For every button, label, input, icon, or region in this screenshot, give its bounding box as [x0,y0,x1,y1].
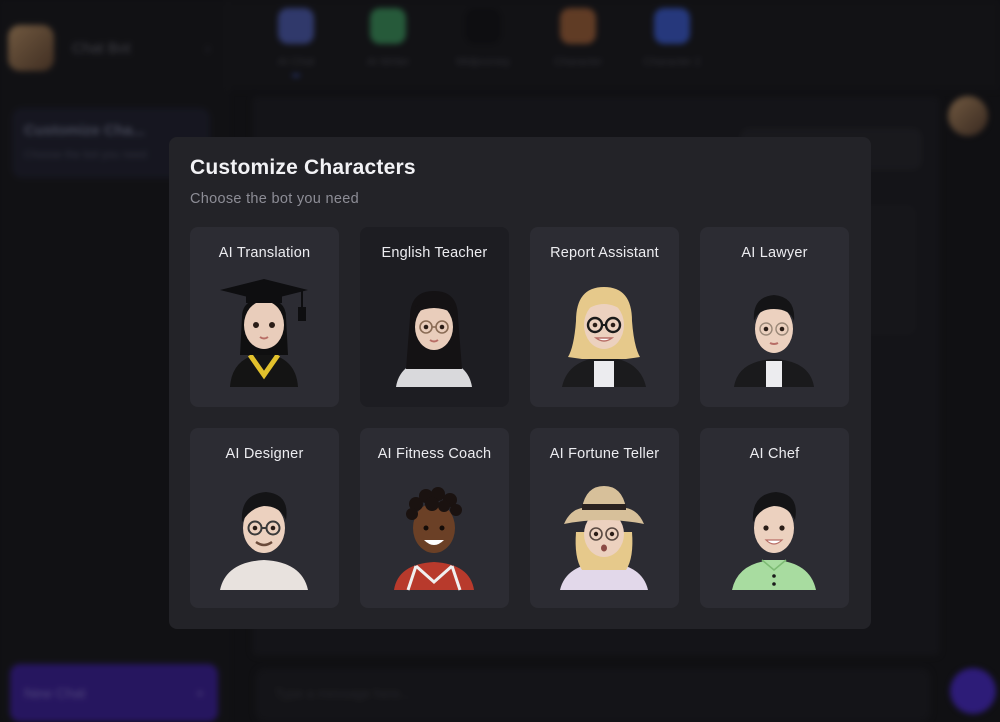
character-name: AI Fitness Coach [377,446,492,462]
character-name: English Teacher [381,245,488,261]
character-name: AI Fortune Teller [549,446,660,462]
blonde-glasses-avatar-icon [562,287,646,387]
character-card-ai-fitness-coach[interactable]: AI Fitness Coach [360,428,509,608]
designer-avatar-icon [220,492,308,590]
graduate-avatar-icon [220,279,308,387]
character-name: AI Chef [749,446,800,462]
lawyer-avatar-icon [734,295,814,387]
fitness-coach-avatar-icon [394,487,474,591]
character-name: AI Lawyer [741,245,808,261]
chef-avatar-icon [732,492,816,590]
character-card-ai-chef[interactable]: AI Chef [700,428,849,608]
modal-title: Customize Characters [190,156,416,179]
modal-subtitle: Choose the bot you need [190,191,359,207]
fortune-teller-avatar-icon [560,486,648,590]
character-card-ai-lawyer[interactable]: AI Lawyer [700,227,849,407]
character-card-ai-fortune-teller[interactable]: AI Fortune Teller [530,428,679,608]
character-name: AI Translation [218,245,311,261]
teacher-avatar-icon [396,291,472,387]
customize-characters-modal: Customize Characters Choose the bot you … [169,137,871,629]
character-name: Report Assistant [550,245,659,261]
character-card-report-assistant[interactable]: Report Assistant [530,227,679,407]
character-card-english-teacher[interactable]: English Teacher [360,227,509,407]
character-name: AI Designer [225,446,304,462]
character-card-ai-designer[interactable]: AI Designer [190,428,339,608]
character-card-ai-translation[interactable]: AI Translation [190,227,339,407]
